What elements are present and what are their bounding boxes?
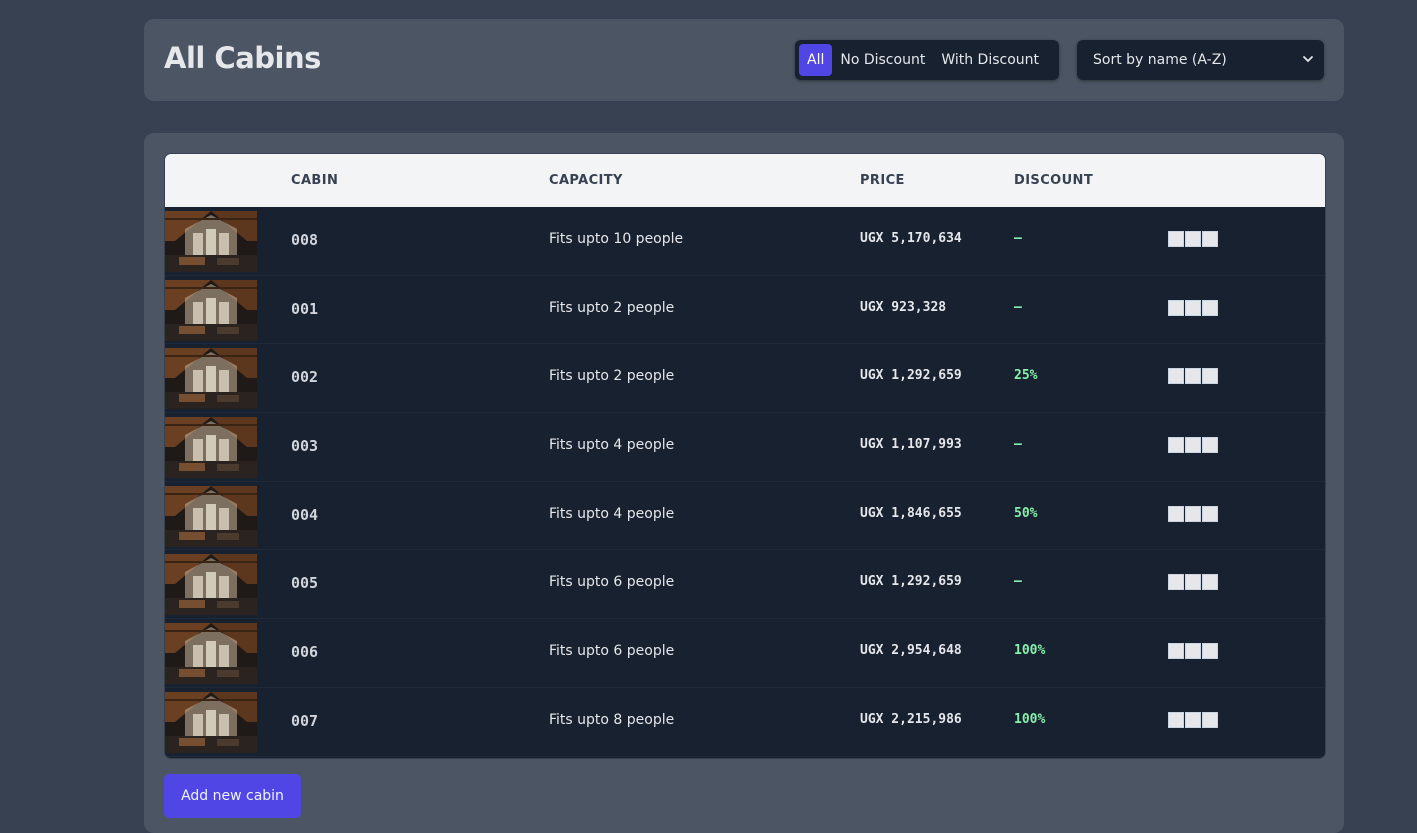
table-row: 008 Fits upto 10 people UGX 5,170,634 – [165, 207, 1325, 276]
cabin-discount: – [1014, 574, 1022, 590]
header-card: All Cabins All No Discount With Discount… [144, 19, 1344, 101]
cabin-discount: 100% [1014, 643, 1046, 659]
delete-button[interactable] [1202, 437, 1218, 454]
cabin-discount: 50% [1014, 505, 1038, 521]
cabin-image [165, 348, 257, 410]
edit-button[interactable] [1185, 574, 1201, 591]
cabin-price: UGX 1,292,659 [860, 574, 962, 590]
cabin-discount: – [1014, 231, 1022, 246]
row-actions [1168, 711, 1218, 728]
row-actions [1168, 505, 1218, 522]
delete-button[interactable] [1202, 299, 1218, 316]
cabin-price: UGX 5,170,634 [860, 231, 962, 246]
cabin-capacity: Fits upto 4 people [549, 505, 675, 522]
edit-button[interactable] [1185, 711, 1201, 728]
cabin-capacity: Fits upto 6 people [549, 643, 675, 660]
delete-button[interactable] [1202, 574, 1218, 591]
duplicate-button[interactable] [1168, 437, 1184, 454]
delete-button[interactable] [1202, 505, 1218, 522]
edit-button[interactable] [1185, 368, 1201, 385]
row-actions [1168, 368, 1218, 385]
duplicate-button[interactable] [1168, 643, 1184, 660]
table-header: CABIN CAPACITY PRICE DISCOUNT [165, 154, 1325, 207]
cabin-discount: – [1014, 299, 1022, 315]
cabin-name: 005 [291, 574, 319, 593]
cabin-image [165, 417, 257, 479]
delete-button[interactable] [1202, 643, 1218, 660]
add-cabin-button[interactable]: Add new cabin [164, 774, 301, 818]
table-row: 006 Fits upto 6 people UGX 2,954,648 100… [165, 619, 1325, 688]
cabin-price: UGX 2,954,648 [860, 643, 962, 659]
delete-button[interactable] [1202, 368, 1218, 385]
filter-with-discount-button[interactable]: With Discount [933, 44, 1047, 76]
cabin-image [165, 554, 257, 616]
cabin-price: UGX 1,292,659 [860, 368, 962, 384]
cabin-capacity: Fits upto 8 people [549, 711, 675, 728]
cabin-discount: 25% [1014, 368, 1038, 384]
column-header-cabin: CABIN [291, 173, 339, 188]
cabin-price: UGX 1,846,655 [860, 505, 962, 521]
chevron-down-icon [1303, 56, 1313, 63]
cabin-name: 001 [291, 299, 319, 318]
cabin-name: 008 [291, 231, 319, 249]
cabin-discount: – [1014, 437, 1022, 453]
delete-button[interactable] [1202, 231, 1218, 247]
column-header-discount: DISCOUNT [1014, 173, 1094, 188]
discount-filter: All No Discount With Discount [795, 40, 1059, 80]
filter-all-button[interactable]: All [799, 44, 833, 76]
sort-select[interactable]: Sort by name (A-Z) [1077, 40, 1324, 80]
cabin-name: 007 [291, 711, 319, 730]
cabin-capacity: Fits upto 6 people [549, 574, 675, 591]
cabin-capacity: Fits upto 10 people [549, 231, 684, 247]
table-row: 004 Fits upto 4 people UGX 1,846,655 50% [165, 482, 1325, 551]
cabin-image [165, 623, 257, 685]
duplicate-button[interactable] [1168, 505, 1184, 522]
cabin-price: UGX 923,328 [860, 299, 947, 315]
cabin-name: 004 [291, 505, 319, 524]
table-row: 005 Fits upto 6 people UGX 1,292,659 – [165, 550, 1325, 620]
edit-button[interactable] [1185, 643, 1201, 660]
duplicate-button[interactable] [1168, 574, 1184, 591]
cabin-capacity: Fits upto 2 people [549, 368, 675, 385]
sort-select-value: Sort by name (A-Z) [1093, 52, 1227, 68]
column-header-capacity: CAPACITY [549, 173, 623, 188]
cabins-card: CABIN CAPACITY PRICE DISCOUNT 008 Fits u… [144, 133, 1344, 833]
cabin-capacity: Fits upto 2 people [549, 299, 675, 316]
table-body: 008 Fits upto 10 people UGX 5,170,634 – [165, 207, 1325, 757]
duplicate-button[interactable] [1168, 368, 1184, 385]
cabin-discount: 100% [1014, 711, 1046, 727]
cabin-image [165, 691, 257, 753]
table-row: 007 Fits upto 8 people UGX 2,215,986 100… [165, 688, 1325, 757]
cabins-table: CABIN CAPACITY PRICE DISCOUNT 008 Fits u… [164, 153, 1326, 759]
cabin-capacity: Fits upto 4 people [549, 437, 675, 454]
edit-button[interactable] [1185, 437, 1201, 454]
cabin-price: UGX 2,215,986 [860, 711, 962, 727]
table-row: 001 Fits upto 2 people UGX 923,328 – [165, 276, 1325, 345]
row-actions [1168, 643, 1218, 660]
duplicate-button[interactable] [1168, 711, 1184, 728]
edit-button[interactable] [1185, 299, 1201, 316]
edit-button[interactable] [1185, 505, 1201, 522]
cabin-image [165, 211, 257, 272]
table-row: 002 Fits upto 2 people UGX 1,292,659 25% [165, 344, 1325, 414]
page-title: All Cabins [164, 41, 321, 75]
delete-button[interactable] [1202, 711, 1218, 728]
cabin-price: UGX 1,107,993 [860, 437, 962, 453]
row-actions [1168, 574, 1218, 591]
cabin-name: 003 [291, 437, 319, 456]
cabin-image [165, 279, 257, 341]
filter-no-discount-button[interactable]: No Discount [832, 44, 933, 76]
cabin-name: 006 [291, 643, 319, 662]
cabin-name: 002 [291, 368, 319, 387]
row-actions [1168, 437, 1218, 454]
duplicate-button[interactable] [1168, 299, 1184, 316]
row-actions [1168, 299, 1218, 316]
table-row: 003 Fits upto 4 people UGX 1,107,993 – [165, 413, 1325, 482]
cabin-image [165, 485, 257, 547]
edit-button[interactable] [1185, 231, 1201, 247]
column-header-price: PRICE [860, 173, 905, 188]
row-actions [1168, 231, 1218, 247]
duplicate-button[interactable] [1168, 231, 1184, 247]
